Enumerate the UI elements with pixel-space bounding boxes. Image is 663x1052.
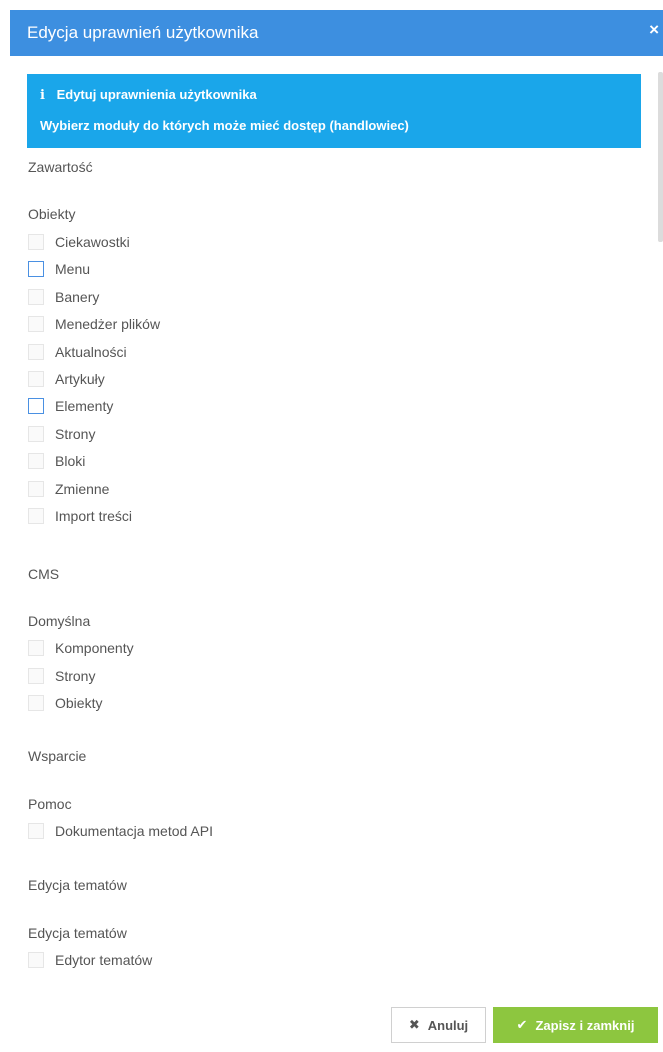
checkbox-label: Ciekawostki	[55, 234, 130, 250]
obiekty-checkbox-row[interactable]: Banery	[28, 287, 99, 307]
checkbox[interactable]	[28, 425, 44, 442]
obiekty-checkbox-row[interactable]: Zmienne	[28, 479, 109, 499]
obiekty-checkbox-row[interactable]: Menu	[28, 259, 90, 279]
info-heading-row: i Edytuj uprawnienia użytkownika	[40, 87, 257, 103]
checkbox-label: Komponenty	[55, 640, 134, 656]
save-and-close-button[interactable]: ✔ Zapisz i zamknij	[493, 1007, 658, 1043]
obiekty-checkbox-row[interactable]: Aktualności	[28, 342, 127, 362]
domyslna-checkbox-row[interactable]: Obiekty	[28, 693, 102, 713]
info-heading: Edytuj uprawnienia użytkownika	[56, 87, 257, 102]
group-edycja-tematow: Edycja tematów	[28, 925, 127, 941]
checkbox[interactable]	[28, 398, 44, 415]
cancel-button[interactable]: ✖ Anuluj	[391, 1007, 486, 1043]
obiekty-checkbox-row[interactable]: Elementy	[28, 396, 113, 416]
checkbox-label: Zmienne	[55, 480, 110, 497]
checkbox-label: Elementy	[55, 398, 114, 415]
obiekty-checkbox-row[interactable]: Ciekawostki	[28, 232, 130, 252]
scrollbar-thumb[interactable]	[658, 72, 663, 242]
checkbox[interactable]	[28, 695, 44, 711]
checkbox-label: Strony	[55, 425, 96, 442]
checkbox[interactable]	[28, 343, 44, 360]
info-alert: i Edytuj uprawnienia użytkownika Wybierz…	[27, 74, 641, 148]
checkbox-label: Obiekty	[55, 695, 103, 711]
checkbox-label: Menu	[55, 261, 91, 278]
save-button-label: Zapisz i zamknij	[535, 1017, 635, 1033]
section-cms: CMS	[28, 566, 60, 582]
checkbox-label: Edytor tematów	[55, 952, 153, 968]
group-domyslna: Domyślna	[28, 613, 91, 629]
group-pomoc: Pomoc	[28, 796, 72, 812]
checkbox[interactable]	[28, 453, 44, 470]
checkbox[interactable]	[28, 234, 44, 250]
domyslna-checkbox-row[interactable]: Komponenty	[28, 638, 134, 658]
checkbox-label: Bloki	[55, 453, 86, 470]
info-text-row: Wybierz moduły do których może mieć dost…	[40, 118, 409, 133]
pomoc-checkbox-row[interactable]: Dokumentacja metod API	[28, 821, 213, 841]
obiekty-checkbox-row[interactable]: Import treści	[28, 506, 132, 526]
checkbox[interactable]	[28, 508, 44, 524]
obiekty-checkbox-row[interactable]: Artykuły	[28, 369, 105, 389]
checkbox[interactable]	[28, 667, 44, 684]
check-icon: ✔	[516, 1017, 528, 1032]
close-icon[interactable]: ×	[649, 20, 659, 40]
domyslna-checkbox-row[interactable]: Strony	[28, 666, 95, 686]
checkbox[interactable]	[28, 288, 44, 305]
checkbox-label: Aktualności	[55, 343, 127, 360]
obiekty-checkbox-row[interactable]: Menedżer plików	[28, 314, 160, 334]
info-text: Wybierz moduły do których może mieć dost…	[40, 118, 330, 133]
group-obiekty: Obiekty	[28, 206, 76, 222]
modal-title: Edycja uprawnień użytkownika	[27, 23, 259, 42]
checkbox-label: Banery	[55, 288, 100, 305]
section-edycja-tematow: Edycja tematów	[28, 877, 127, 893]
info-role: (handlowiec)	[329, 118, 409, 133]
checkbox[interactable]	[28, 823, 44, 839]
checkbox-label: Strony	[55, 667, 96, 684]
checkbox-label: Artykuły	[55, 371, 105, 387]
section-zawartosc: Zawartość	[28, 159, 93, 175]
checkbox[interactable]	[28, 480, 44, 497]
cancel-button-label: Anuluj	[427, 1017, 469, 1033]
edycja-checkbox-row[interactable]: Edytor tematów	[28, 950, 152, 970]
info-icon: i	[40, 88, 45, 103]
section-wsparcie: Wsparcie	[28, 748, 87, 764]
checkbox[interactable]	[28, 640, 44, 656]
obiekty-checkbox-row[interactable]: Strony	[28, 424, 95, 444]
checkbox[interactable]	[28, 316, 44, 333]
checkbox-label: Import treści	[55, 508, 133, 524]
checkbox[interactable]	[28, 952, 44, 968]
checkbox-label: Dokumentacja metod API	[55, 823, 213, 839]
modal-header: Edycja uprawnień użytkownika ×	[10, 10, 663, 56]
obiekty-checkbox-row[interactable]: Bloki	[28, 451, 85, 471]
checkbox[interactable]	[28, 371, 44, 387]
close-icon: ✖	[408, 1017, 420, 1032]
checkbox[interactable]	[28, 261, 44, 278]
checkbox-label: Menedżer plików	[55, 316, 161, 333]
